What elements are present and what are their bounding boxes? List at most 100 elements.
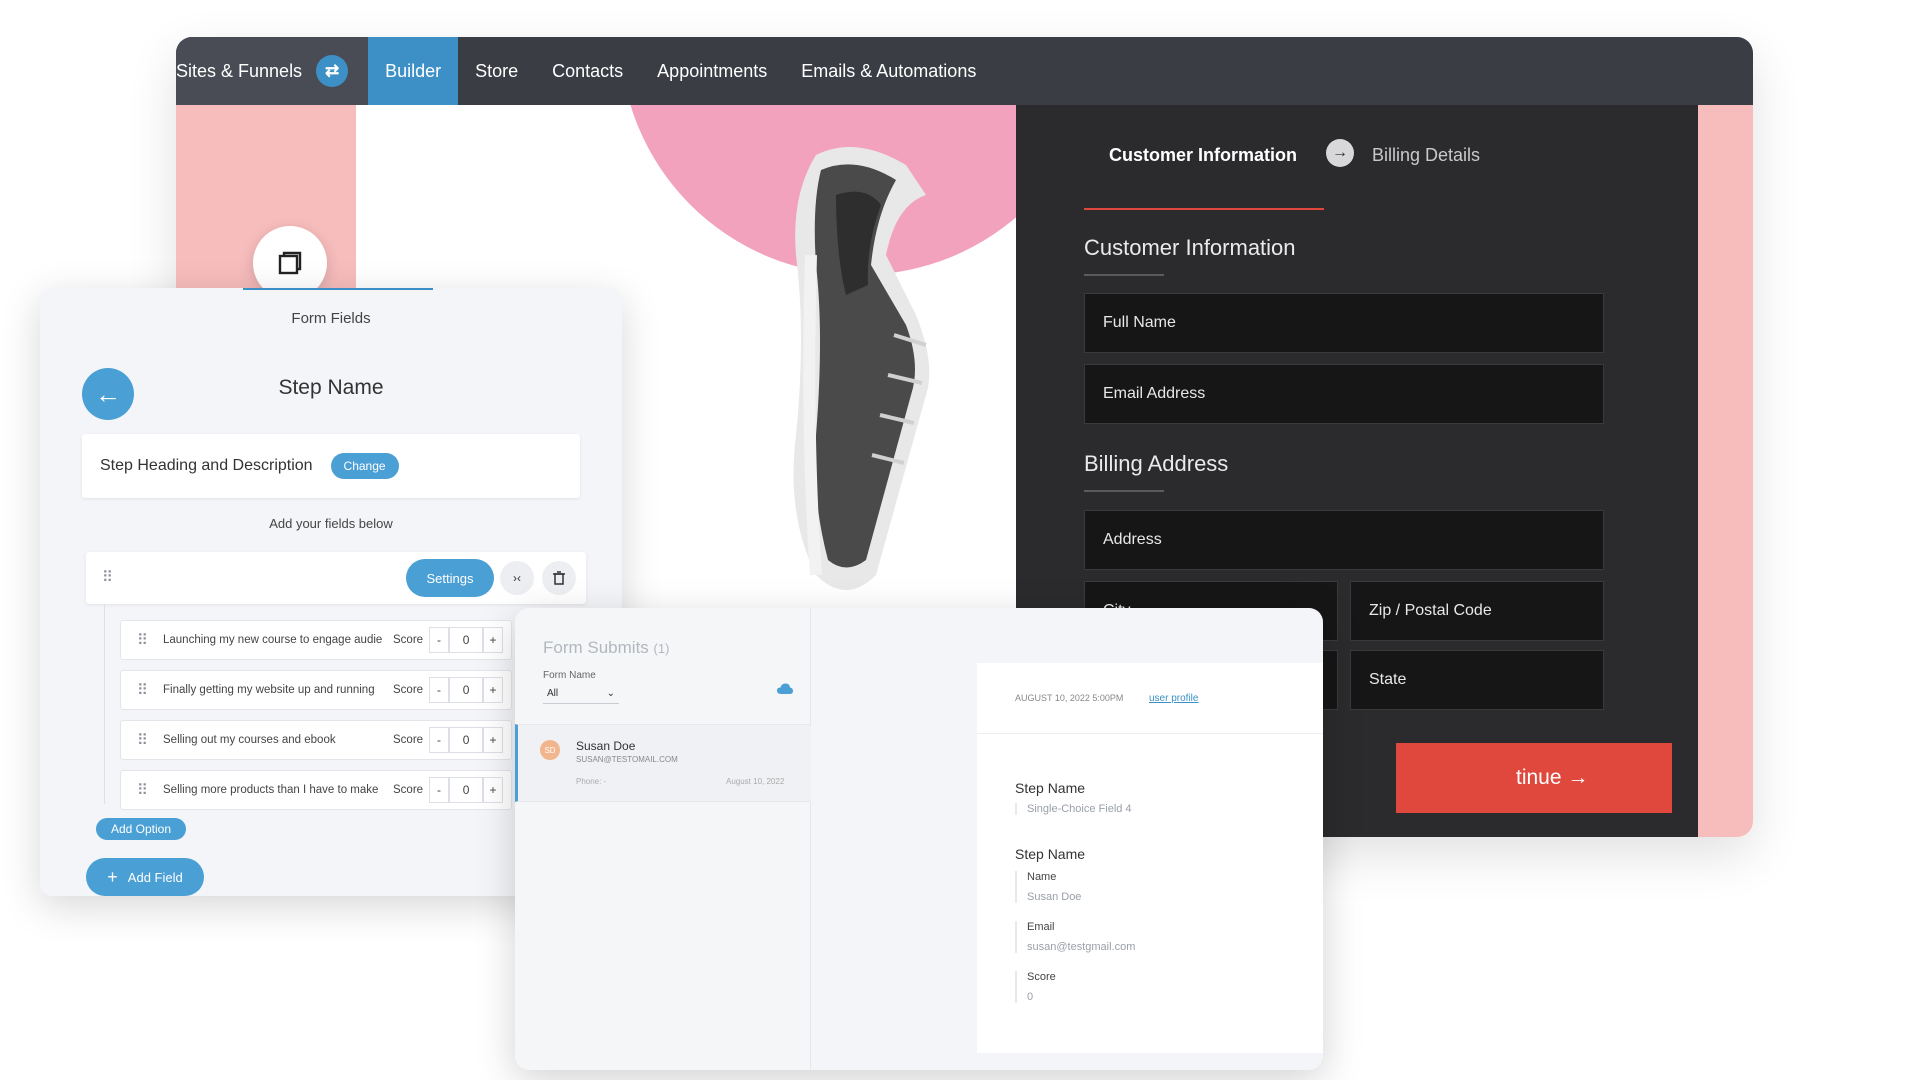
tab-billing-details[interactable]: Billing Details	[1372, 145, 1480, 166]
trash-icon[interactable]	[542, 561, 576, 595]
trash-glyph	[553, 571, 565, 585]
plus-icon: +	[107, 866, 118, 887]
add-fields-hint: Add your fields below	[269, 516, 393, 531]
field-toolbar: ⠿ Settings ›‹	[86, 552, 586, 604]
score-input[interactable]: 0	[449, 777, 484, 803]
nav-sites-funnels-label: Sites & Funnels	[176, 60, 303, 81]
add-field-label: Add Field	[127, 869, 183, 885]
drag-handle-icon[interactable]: ⠿	[86, 568, 128, 586]
score-input[interactable]: 0	[449, 627, 484, 653]
form-fields-title: Form Fields	[291, 310, 371, 327]
field-label: Score	[1027, 971, 1056, 983]
heading-underline	[1084, 274, 1164, 276]
active-tab-underline	[1084, 208, 1324, 210]
submissions-list: Form Submits (1) Form Name All ⌄ SD Susa…	[515, 608, 811, 1070]
score-input[interactable]: 0	[449, 677, 484, 703]
score-label: Score	[393, 734, 424, 746]
swap-icon[interactable]: ⇄	[316, 55, 349, 87]
drag-handle-icon[interactable]: ⠿	[121, 631, 163, 649]
chevron-down-icon: ⌄	[606, 688, 615, 699]
user-profile-link[interactable]: user profile	[1149, 693, 1198, 704]
score-field-block: Score 0	[1015, 971, 1056, 1003]
options-connector	[104, 604, 105, 804]
add-field-button[interactable]: + Add Field	[86, 858, 204, 896]
score-input[interactable]: 0	[449, 727, 484, 753]
drag-handle-icon[interactable]: ⠿	[121, 681, 163, 699]
increment-button[interactable]: +	[483, 727, 504, 753]
email-field[interactable]: Email Address	[1084, 364, 1604, 424]
submission-date: August 10, 2022	[726, 777, 785, 786]
option-row: ⠿ Selling more products than I have to m…	[120, 770, 512, 810]
preview-pink-edge	[1698, 105, 1753, 837]
field-value: 0	[1027, 991, 1034, 1003]
score-stepper: - 0 +	[429, 627, 504, 653]
increment-button[interactable]: +	[483, 677, 504, 703]
collapse-icon[interactable]: ›‹	[500, 561, 534, 595]
address-field[interactable]: Address	[1084, 510, 1604, 570]
cloud-download-icon[interactable]	[777, 682, 793, 694]
option-row: ⠿ Launching my new course to engage audi…	[120, 620, 512, 660]
tab-customer-information[interactable]: Customer Information	[1109, 145, 1297, 166]
form-submits-panel: Form Submits (1) Form Name All ⌄ SD Susa…	[515, 608, 1323, 1070]
increment-button[interactable]: +	[483, 777, 504, 803]
submission-timestamp: AUGUST 10, 2022 5:00PM	[1015, 693, 1124, 703]
option-text[interactable]: Launching my new course to engage audie	[163, 634, 387, 646]
drag-handle-icon[interactable]: ⠿	[121, 781, 163, 799]
step-name-title: Step Name	[278, 376, 384, 399]
step-heading-label: Step Heading and Description	[100, 457, 313, 474]
heading-underline	[1084, 490, 1164, 492]
score-label: Score	[393, 784, 424, 796]
zip-field[interactable]: Zip / Postal Code	[1350, 581, 1604, 641]
nav-sites-funnels[interactable]: Sites & Funnels ⇄	[176, 37, 369, 105]
score-label: Score	[393, 634, 424, 646]
form-name-select-value: All	[547, 688, 559, 699]
score-stepper: - 0 +	[429, 777, 504, 803]
top-navigation: Sites & Funnels ⇄ Builder Store Contacts…	[176, 37, 1753, 105]
billing-address-heading: Billing Address	[1084, 451, 1229, 476]
option-text[interactable]: Selling more products than I have to mak…	[163, 784, 387, 796]
form-submits-title-text: Form Submits	[543, 638, 649, 657]
step-title: Step Name	[1015, 846, 1086, 862]
form-submits-title: Form Submits (1)	[543, 638, 669, 658]
step-heading-card: Step Heading and Description Change	[82, 434, 580, 498]
submitter-name: Susan Doe	[576, 739, 636, 753]
option-row: ⠿ Finally getting my website up and runn…	[120, 670, 512, 710]
decrement-button[interactable]: -	[429, 627, 450, 653]
cloud-glyph	[777, 683, 793, 694]
increment-button[interactable]: +	[483, 627, 504, 653]
nav-contacts[interactable]: Contacts	[535, 37, 640, 105]
settings-button[interactable]: Settings	[406, 559, 494, 597]
email-field-block: Email susan@testgmail.com	[1015, 921, 1135, 953]
nav-emails-automations[interactable]: Emails & Automations	[784, 37, 993, 105]
nav-store[interactable]: Store	[458, 37, 535, 105]
option-text[interactable]: Finally getting my website up and runnin…	[163, 684, 387, 696]
nav-builder[interactable]: Builder	[368, 37, 459, 105]
full-name-field[interactable]: Full Name	[1084, 293, 1604, 353]
step-subtitle: Single-Choice Field 4	[1015, 803, 1132, 815]
submitter-phone: Phone: -	[576, 777, 607, 786]
submission-count: (1)	[653, 641, 670, 656]
divider	[977, 733, 1323, 734]
option-text[interactable]: Selling out my courses and ebook	[163, 734, 387, 746]
decrement-button[interactable]: -	[429, 677, 450, 703]
form-name-select[interactable]: All ⌄	[543, 684, 619, 704]
add-option-button[interactable]: Add Option	[96, 818, 186, 840]
decrement-button[interactable]: -	[429, 727, 450, 753]
step-title: Step Name	[1015, 780, 1086, 796]
state-field[interactable]: State	[1350, 650, 1604, 710]
field-value: Susan Doe	[1027, 891, 1082, 903]
name-field-block: Name Susan Doe	[1015, 871, 1081, 903]
drag-handle-icon[interactable]: ⠿	[121, 731, 163, 749]
field-label: Email	[1027, 921, 1055, 933]
arrow-right-icon: →	[1326, 139, 1354, 167]
decrement-button[interactable]: -	[429, 777, 450, 803]
nav-appointments[interactable]: Appointments	[640, 37, 784, 105]
submission-item[interactable]: SD Susan Doe SUSAN@TESTOMAIL.COM Phone: …	[515, 724, 811, 802]
score-stepper: - 0 +	[429, 727, 504, 753]
sneaker-image	[793, 147, 930, 590]
change-button[interactable]: Change	[330, 453, 399, 479]
submission-detail: AUGUST 10, 2022 5:00PM user profile Step…	[977, 663, 1323, 1053]
continue-button[interactable]: tinue →	[1396, 743, 1672, 813]
field-label: Name	[1027, 871, 1057, 883]
score-label: Score	[393, 684, 424, 696]
